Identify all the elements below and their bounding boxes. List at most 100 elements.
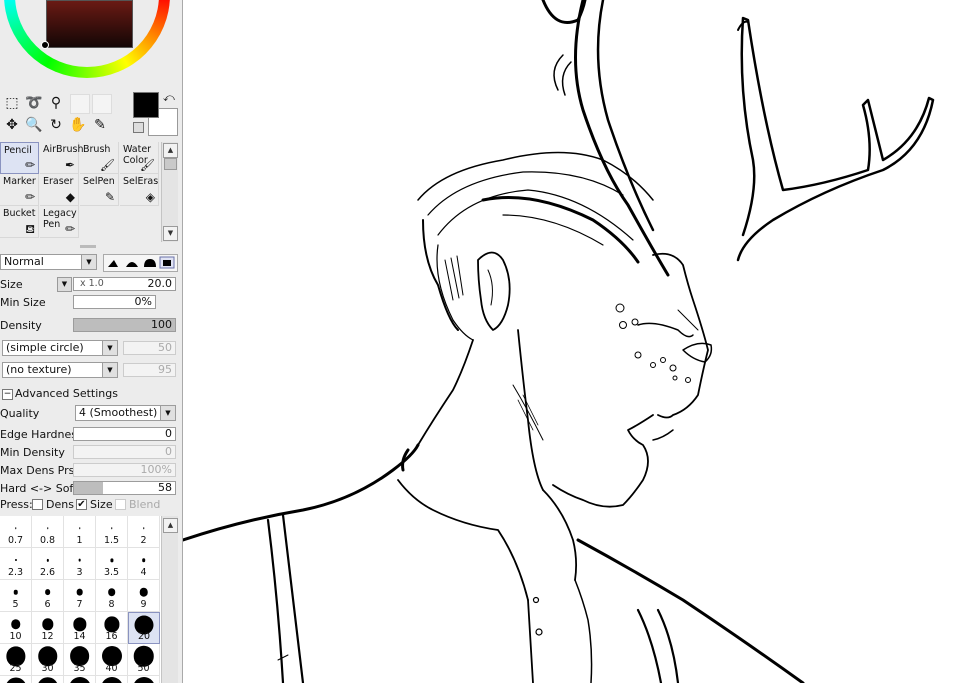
brush-size-cell[interactable]: 0.7 [0, 516, 32, 548]
tool-selpen[interactable]: SelPen ✎ [80, 174, 119, 206]
brush-size-cell[interactable]: 0.8 [32, 516, 64, 548]
legacy-pen-icon: ✏ [64, 222, 75, 236]
foreground-color-swatch[interactable] [133, 92, 159, 118]
hard-soft-slider[interactable]: 58 [73, 481, 176, 495]
tool-pencil[interactable]: Pencil ✏ [0, 142, 39, 174]
chevron-down-icon[interactable]: ▼ [102, 363, 117, 377]
scroll-up-arrow-icon[interactable]: ▲ [163, 518, 178, 533]
brush-size-cell[interactable]: 8 [96, 580, 128, 612]
size-multiplier-dropdown-icon[interactable]: ▼ [57, 277, 72, 292]
texture-dropdown[interactable]: (no texture) ▼ [2, 362, 118, 378]
chevron-down-icon[interactable]: ▼ [81, 255, 96, 269]
brush-size-cell[interactable]: 40 [96, 644, 128, 676]
brush-size-cell[interactable]: 50 [128, 644, 160, 676]
brush-size-cell[interactable]: 2.3 [0, 548, 32, 580]
shape-round-icon[interactable] [126, 262, 138, 267]
brush-size-scrollbar[interactable]: ▲ [161, 516, 178, 683]
magic-wand-icon[interactable]: ⚲ [47, 94, 65, 112]
color-picker-marker[interactable] [41, 41, 49, 49]
tool-legacy-pen[interactable]: Legacy Pen ✏ [40, 206, 79, 238]
tool-eraser[interactable]: Eraser ◆ [40, 174, 79, 206]
brush-size-cell[interactable]: 5 [0, 580, 32, 612]
quality-dropdown[interactable]: 4 (Smoothest) ▼ [75, 405, 176, 421]
brush-size-cell[interactable]: 3.5 [96, 548, 128, 580]
reset-colors-icon[interactable] [133, 122, 144, 133]
brush-size-cell[interactable]: 30 [32, 644, 64, 676]
tool-marker[interactable]: Marker ✏ [0, 174, 39, 206]
brush-size-dot-icon [78, 527, 81, 530]
chevron-down-icon[interactable]: ▼ [102, 341, 117, 355]
tool-seleras[interactable]: SelEras ◈ [120, 174, 159, 206]
size-field[interactable]: x 1.0 20.0 [73, 277, 176, 291]
advanced-settings-header[interactable]: Advanced Settings [15, 387, 118, 400]
swap-colors-icon[interactable]: ⤺ [163, 91, 175, 105]
brush-size-cell[interactable]: 2.6 [32, 548, 64, 580]
chevron-down-icon[interactable]: ▼ [160, 406, 175, 420]
shape-flat-icon[interactable] [144, 259, 156, 267]
density-slider[interactable]: 100 [73, 318, 176, 332]
brush-shape-dropdown[interactable]: (simple circle) ▼ [2, 340, 118, 356]
brush-size-label: 9 [140, 599, 147, 610]
brush-size-cell[interactable]: 6 [32, 580, 64, 612]
brush-size-dot-icon [110, 527, 113, 530]
brush-size-cell[interactable]: 1 [64, 516, 96, 548]
brush-size-cell[interactable]: 9 [128, 580, 160, 612]
brush-size-cell[interactable]: 10 [0, 612, 32, 644]
brush-size-cell[interactable]: 12 [32, 612, 64, 644]
empty-tool-slot [70, 94, 90, 114]
brush-size-label: 25 [9, 663, 22, 674]
brush-size-cell[interactable]: 100 [96, 676, 128, 683]
lasso-icon[interactable]: ➰ [25, 94, 43, 112]
scroll-down-arrow-icon[interactable]: ▼ [163, 226, 178, 241]
blend-mode-dropdown[interactable]: Normal ▼ [0, 254, 97, 270]
eyedropper-icon[interactable]: ✎ [91, 116, 109, 134]
edge-hardness-slider[interactable]: 0 [73, 427, 176, 441]
press-blend-checkbox [115, 499, 126, 510]
color-saturation-value-square[interactable] [46, 0, 133, 48]
brush-size-cell[interactable]: 7 [64, 580, 96, 612]
brush-size-cell[interactable]: 16 [96, 612, 128, 644]
zoom-icon[interactable]: 🔍 [25, 116, 43, 134]
brush-size-cell[interactable]: 35 [64, 644, 96, 676]
shape-sharp-icon[interactable] [108, 260, 118, 267]
brush-size-cell[interactable]: 60 [0, 676, 32, 683]
hand-icon[interactable]: ✋ [69, 116, 87, 134]
brush-size-label: 2.6 [39, 567, 56, 578]
collapse-icon[interactable]: − [2, 389, 13, 400]
brush-size-cell[interactable]: 25 [0, 644, 32, 676]
scroll-thumb[interactable] [164, 158, 177, 170]
tool-water-color[interactable]: Water Color 🖌 [120, 142, 159, 174]
brush-size-cell[interactable]: 3 [64, 548, 96, 580]
brush-size-cell[interactable]: 120 [128, 676, 160, 683]
brush-size-dot-icon [46, 527, 49, 530]
brush-size-cell[interactable]: 70 [32, 676, 64, 683]
tool-brush[interactable]: Brush 🖌 [80, 142, 119, 174]
drawing-canvas[interactable] [183, 0, 977, 683]
brush-size-cell[interactable]: 14 [64, 612, 96, 644]
rect-select-icon[interactable]: ⬚ [3, 94, 21, 112]
press-dens-label: Dens [46, 498, 74, 511]
scroll-up-arrow-icon[interactable]: ▲ [163, 143, 178, 158]
airbrush-icon: ✒ [64, 158, 75, 172]
tool-bucket[interactable]: Bucket ⛾ [0, 206, 39, 238]
brush-size-cell[interactable]: 2 [128, 516, 160, 548]
empty-tool-slot [92, 94, 112, 114]
tool-airbrush[interactable]: AirBrush ✒ [40, 142, 83, 174]
line-art-drawing [183, 0, 935, 683]
press-size-checkbox[interactable]: ✔ [76, 499, 87, 510]
press-dens-checkbox[interactable] [32, 499, 43, 510]
move-icon[interactable]: ✥ [3, 116, 21, 134]
brush-size-cell[interactable]: 1.5 [96, 516, 128, 548]
selpen-icon: ✎ [104, 190, 115, 204]
brush-size-label: 3.5 [103, 567, 120, 578]
brush-size-label: 50 [137, 663, 150, 674]
brush-size-cell[interactable]: 80 [64, 676, 96, 683]
brush-size-cell[interactable]: 4 [128, 548, 160, 580]
tool-grid-scrollbar[interactable]: ▲ ▼ [161, 142, 178, 242]
brush-size-dot-icon [14, 527, 17, 530]
brush-size-label: 5 [12, 599, 19, 610]
rotate-icon[interactable]: ↻ [47, 116, 65, 134]
min-size-field[interactable]: 0% [73, 295, 156, 309]
splitter-handle[interactable] [80, 245, 96, 248]
brush-size-cell[interactable]: 20 [128, 612, 160, 644]
